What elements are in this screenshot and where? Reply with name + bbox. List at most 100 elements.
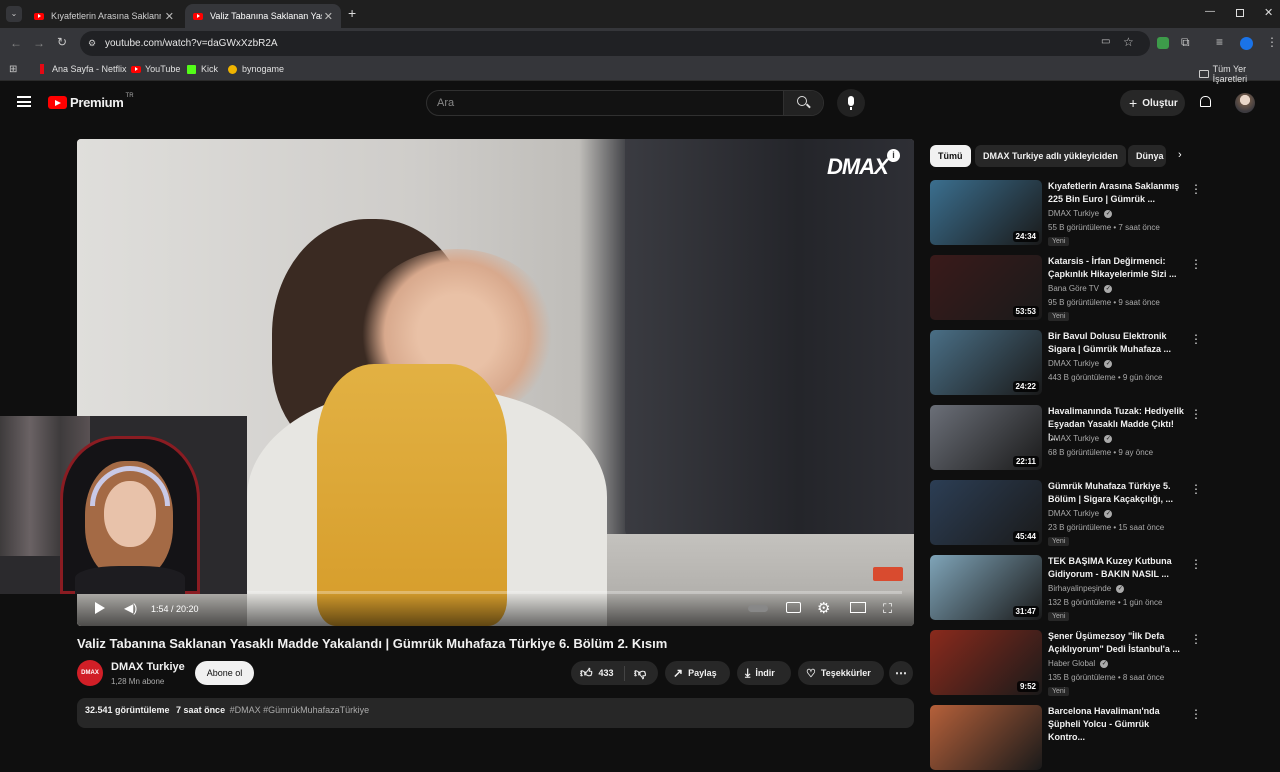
bookmark-netflix[interactable]: Ana Sayfa - Netflix — [40, 64, 127, 74]
tab-2[interactable]: Valiz Tabanına Saklanan Yasaklı ✕ — [185, 4, 341, 28]
bookmark-youtube[interactable]: YouTube — [131, 64, 180, 74]
recommendation-thumbnail[interactable]: 53:53 — [930, 255, 1042, 320]
like-button[interactable]: 👍︎ 433 — [571, 665, 625, 681]
recommendation-channel[interactable]: Bana Göre TV ✓ — [1048, 284, 1113, 293]
recommendation-item[interactable]: 22:11 Havalimanında Tuzak: Hediyelik Eşy… — [930, 405, 1270, 472]
autoplay-toggle[interactable] — [748, 605, 768, 612]
recommendation-channel[interactable]: DMAX Turkiye ✓ — [1048, 209, 1113, 218]
youtube-play-logo-icon — [48, 96, 67, 109]
search-button[interactable] — [783, 91, 823, 115]
extension-shield-icon[interactable] — [1157, 37, 1169, 49]
extensions-puzzle-icon[interactable]: ⧉ — [1181, 35, 1190, 50]
tab-search-button[interactable]: ⌄ — [6, 6, 22, 22]
recommendation-title[interactable]: Bir Bavul Dolusu Elektronik Sigara | Güm… — [1048, 330, 1186, 356]
tab-1[interactable]: Kıyafetlerin Arasına Saklanmış 2 ✕ — [26, 4, 182, 28]
hashtags[interactable]: #DMAX #GümrükMuhafazaTürkiye — [230, 705, 370, 715]
media-control-icon[interactable]: ≡ — [1216, 35, 1223, 49]
theater-mode-icon[interactable] — [850, 602, 866, 613]
chip-uploader[interactable]: DMAX Turkiye adlı yükleyiciden — [975, 145, 1126, 167]
voice-search-button[interactable] — [837, 89, 865, 117]
volume-icon[interactable]: ◀) — [124, 601, 137, 615]
recommendation-title[interactable]: Katarsis - İrfan Değirmenci: Çapkınlık H… — [1048, 255, 1186, 281]
settings-gear-icon[interactable]: ⚙ — [817, 599, 830, 617]
download-button[interactable]: ⤓ İndir — [737, 661, 791, 685]
search-input[interactable] — [427, 91, 785, 115]
youtube-logo[interactable]: Premium TR — [48, 93, 134, 110]
apps-grid-icon[interactable]: ⊞ — [9, 64, 17, 75]
site-info-icon[interactable]: ⚙ — [88, 31, 96, 56]
hamburger-menu-icon[interactable] — [17, 96, 31, 107]
video-title: Valiz Tabanına Saklanan Yasaklı Madde Ya… — [77, 636, 668, 651]
more-actions-button[interactable]: ⋯ — [889, 661, 913, 685]
recommendation-title[interactable]: TEK BAŞIMA Kuzey Kutbuna Gidiyorum - BAK… — [1048, 555, 1186, 581]
chip-world[interactable]: Dünya — [1128, 145, 1166, 167]
recommendation-meta: 23 B görüntüleme • 15 saat önce — [1048, 523, 1165, 532]
subscribe-button[interactable]: Abone ol — [195, 661, 254, 685]
share-button[interactable]: ↗ Paylaş — [665, 661, 730, 685]
play-button[interactable] — [95, 602, 105, 614]
more-options-icon[interactable]: ⋮ — [1190, 407, 1202, 421]
close-icon[interactable]: ✕ — [324, 10, 333, 23]
more-options-icon[interactable]: ⋮ — [1190, 707, 1202, 721]
bookmark-kick[interactable]: Kick — [187, 64, 218, 74]
chevron-right-icon[interactable]: › — [1178, 149, 1182, 161]
all-bookmarks[interactable]: Tüm Yer İşaretleri — [1199, 64, 1280, 84]
recommendation-thumbnail[interactable]: 31:47 — [930, 555, 1042, 620]
recommendation-channel[interactable]: Haber Global ✓ — [1048, 659, 1109, 668]
notifications-bell-icon[interactable] — [1200, 96, 1211, 107]
dislike-button[interactable]: 👎︎ — [625, 666, 646, 681]
more-options-icon[interactable]: ⋮ — [1190, 182, 1202, 196]
recommendation-title[interactable]: Kıyafetlerin Arasına Saklanmış 225 Bin E… — [1048, 180, 1186, 206]
recommendation-item[interactable]: 24:22 Bir Bavul Dolusu Elektronik Sigara… — [930, 330, 1270, 397]
bookmark-star-icon[interactable]: ☆ — [1123, 35, 1134, 49]
recommendation-item[interactable]: Barcelona Havalimanı'nda Şüpheli Yolcu -… — [930, 705, 1270, 772]
thanks-button[interactable]: ♡ Teşekkürler — [798, 661, 884, 685]
video-duration: 9:52 — [1016, 681, 1039, 692]
recommendation-item[interactable]: 31:47 TEK BAŞIMA Kuzey Kutbuna Gidiyorum… — [930, 555, 1270, 622]
close-window-button[interactable]: ✕ — [1264, 6, 1273, 19]
description-box[interactable]: 32.541 görüntüleme 7 saat önce #DMAX #Gü… — [77, 698, 914, 728]
recommendation-item[interactable]: 9:52 Şener Üşümezsoy "İlk Defa Açıklıyor… — [930, 630, 1270, 697]
more-options-icon[interactable]: ⋮ — [1190, 332, 1202, 346]
maximize-button[interactable] — [1236, 9, 1244, 17]
forward-icon[interactable]: → — [33, 36, 45, 50]
create-button[interactable]: + Oluştur — [1120, 90, 1185, 116]
more-options-icon[interactable]: ⋮ — [1190, 557, 1202, 571]
more-options-icon[interactable]: ⋮ — [1190, 257, 1202, 271]
recommendation-title[interactable]: Barcelona Havalimanı'nda Şüpheli Yolcu -… — [1048, 705, 1186, 744]
url-field[interactable]: ⚙ youtube.com/watch?v=daGWxXzbR2A — [80, 31, 1150, 56]
fullscreen-icon[interactable]: ⛶ — [883, 601, 892, 617]
cast-icon[interactable]: ▭ — [1101, 36, 1110, 47]
recommendation-thumbnail[interactable]: 24:34 — [930, 180, 1042, 245]
recommendation-title[interactable]: Gümrük Muhafaza Türkiye 5. Bölüm | Sigar… — [1048, 480, 1186, 506]
more-options-icon[interactable]: ⋮ — [1190, 632, 1202, 646]
browser-menu-icon[interactable]: ⋮ — [1266, 35, 1278, 49]
back-icon[interactable]: ← — [10, 36, 22, 50]
recommendation-channel[interactable]: DMAX Turkiye ✓ — [1048, 509, 1113, 518]
info-icon[interactable]: i — [887, 149, 900, 162]
channel-name[interactable]: DMAX Turkiye — [111, 661, 185, 673]
channel-avatar[interactable]: DMAX — [77, 660, 103, 686]
chip-all[interactable]: Tümü — [930, 145, 971, 167]
recommendation-thumbnail[interactable]: 24:22 — [930, 330, 1042, 395]
reload-icon[interactable]: ↻ — [57, 35, 67, 49]
recommendation-thumbnail[interactable]: 9:52 — [930, 630, 1042, 695]
recommendation-title[interactable]: Şener Üşümezsoy "İlk Defa Açıklıyorum" D… — [1048, 630, 1186, 656]
subtitles-icon[interactable] — [786, 602, 801, 613]
recommendation-channel[interactable]: Birhayalinpeşinde ✓ — [1048, 584, 1125, 593]
user-avatar[interactable] — [1235, 93, 1255, 113]
recommendation-item[interactable]: 45:44 Gümrük Muhafaza Türkiye 5. Bölüm |… — [930, 480, 1270, 547]
recommendation-item[interactable]: 53:53 Katarsis - İrfan Değirmenci: Çapkı… — [930, 255, 1270, 322]
recommendation-thumbnail[interactable]: 22:11 — [930, 405, 1042, 470]
minimize-button[interactable]: — — [1205, 6, 1215, 17]
new-tab-button[interactable]: + — [348, 5, 356, 21]
recommendation-channel[interactable]: DMAX Turkiye ✓ — [1048, 359, 1113, 368]
recommendation-channel[interactable]: DMAX Turkiye ✓ — [1048, 434, 1113, 443]
more-options-icon[interactable]: ⋮ — [1190, 482, 1202, 496]
bookmark-bynogame[interactable]: bynogame — [228, 64, 284, 74]
close-icon[interactable]: ✕ — [165, 10, 174, 23]
profile-avatar[interactable] — [1240, 37, 1253, 50]
recommendation-thumbnail[interactable]: 45:44 — [930, 480, 1042, 545]
recommendation-item[interactable]: 24:34 Kıyafetlerin Arasına Saklanmış 225… — [930, 180, 1270, 247]
recommendation-thumbnail[interactable] — [930, 705, 1042, 770]
